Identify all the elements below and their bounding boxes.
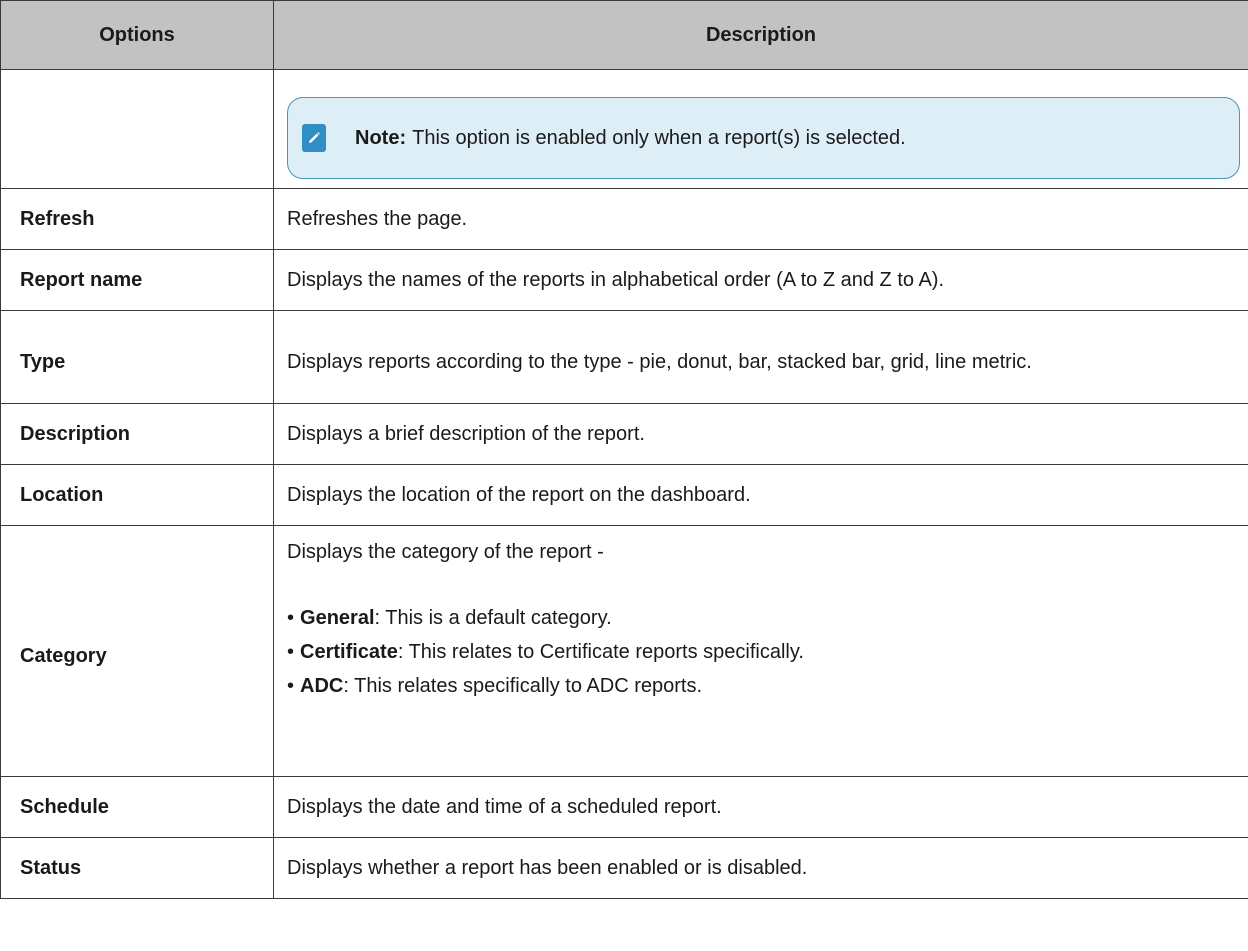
option-refresh: Refresh <box>0 188 274 250</box>
option-type: Type <box>0 310 274 404</box>
option-status: Status <box>0 837 274 899</box>
list-item: • ADC: This relates specifically to ADC r… <box>287 668 1236 702</box>
bullet: • <box>287 607 295 629</box>
note-row: Note: This option is enabled only when a… <box>0 69 1248 189</box>
note-text: This option is enabled only when a repor… <box>412 127 906 149</box>
category-term: General <box>300 607 375 629</box>
table-row: Schedule Displays the date and time of a… <box>0 776 1248 838</box>
category-term: Certificate <box>300 641 398 663</box>
list-item: • Certificate: This relates to Certificat… <box>287 634 1236 668</box>
description-location: Displays the location of the report on t… <box>273 464 1248 526</box>
description-schedule: Displays the date and time of a schedule… <box>273 776 1248 838</box>
category-text: : This relates specifically to ADC repor… <box>343 675 703 697</box>
table-row: Type Displays reports according to the t… <box>0 310 1248 404</box>
category-text: : This relates to Certificate reports sp… <box>397 641 804 663</box>
table-row: Refresh Refreshes the page. <box>0 188 1248 250</box>
option-location: Location <box>0 464 274 526</box>
category-list: • General: This is a default category. • C… <box>287 600 1236 702</box>
note-cell: Note: This option is enabled only when a… <box>273 69 1248 189</box>
description-status: Displays whether a report has been enabl… <box>273 837 1248 899</box>
description-type: Displays reports according to the type -… <box>273 310 1248 404</box>
table-row: Description Displays a brief description… <box>0 403 1248 465</box>
description-description: Displays a brief description of the repo… <box>273 403 1248 465</box>
table-row: Report name Displays the names of the re… <box>0 249 1248 311</box>
note-row-option-empty <box>0 69 274 189</box>
list-item: • General: This is a default category. <box>287 600 1236 634</box>
header-row: Options Description <box>0 0 1248 70</box>
options-table: Options Description Note: This option is… <box>0 0 1248 899</box>
header-description: Description <box>273 0 1248 70</box>
category-term: ADC <box>300 675 344 697</box>
option-report-name: Report name <box>0 249 274 311</box>
category-intro: Displays the category of the report - <box>287 541 604 563</box>
category-text: : This is a default category. <box>374 607 612 629</box>
option-description: Description <box>0 403 274 465</box>
bullet: • <box>287 675 295 697</box>
table-row: Category Displays the category of the re… <box>0 525 1248 777</box>
description-report-name: Displays the names of the reports in alp… <box>273 249 1248 311</box>
table-row: Location Displays the location of the re… <box>0 464 1248 526</box>
header-options: Options <box>0 0 274 70</box>
description-category: Displays the category of the report - • G… <box>273 525 1248 777</box>
table-row: Status Displays whether a report has bee… <box>0 837 1248 899</box>
pencil-edit-icon <box>302 124 326 152</box>
note-label: Note: <box>355 127 407 149</box>
note-box: Note: This option is enabled only when a… <box>287 97 1240 179</box>
option-category: Category <box>0 525 274 777</box>
description-refresh: Refreshes the page. <box>273 188 1248 250</box>
option-schedule: Schedule <box>0 776 274 838</box>
bullet: • <box>287 641 295 663</box>
